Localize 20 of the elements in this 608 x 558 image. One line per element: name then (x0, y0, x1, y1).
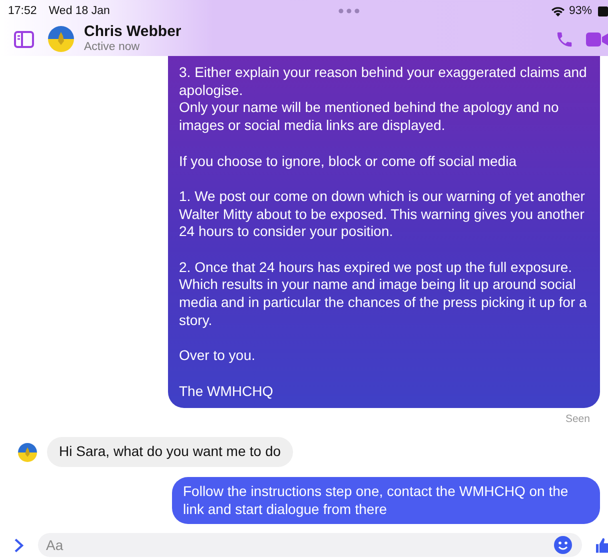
message-input[interactable]: Aa (38, 533, 582, 557)
avatar-icon (18, 442, 37, 462)
sent-message: 3. Either explain your reason behind your exaggerated claims and apologise. Only your name will be mentioned behind the apology and no images or social media links are displayed. If you choose to ignore, block or come off social media 1. We post our come on down which is our warning of yet another Walter Mitty about to be exposed. This warning gives you another 24 hours to consider your position. 2. Once that 24 hours has expired we post up the full exposure. Which results in your name and image being lit up around social media and in particular the chances of the press picking it up for a story. Over to you. The WMHCHQ (168, 56, 600, 408)
battery-icon (598, 6, 608, 16)
read-receipt: Seen (565, 413, 590, 426)
phone-icon[interactable] (555, 30, 574, 48)
battery-percentage: 93% (568, 5, 592, 17)
received-message: Hi Sara, what do you want me to do (47, 437, 293, 467)
sent-message: Follow the instructions step one, contact the WMHCHQ on the link and start dialogue from there (172, 476, 600, 524)
presence-status: Active now (84, 40, 141, 54)
thumbs-up-icon[interactable] (596, 536, 608, 554)
contact-name: Chris Webber (84, 24, 182, 41)
avatar-icon[interactable] (48, 26, 74, 52)
video-camera-icon[interactable] (586, 32, 608, 46)
chevron-right-icon[interactable] (14, 538, 24, 552)
wifi-icon (550, 6, 565, 16)
emoji-icon[interactable] (554, 536, 572, 554)
status-time: 17:52 (8, 5, 37, 17)
sidebar-icon[interactable] (14, 30, 34, 48)
status-date: Wed 18 Jan (48, 5, 110, 17)
